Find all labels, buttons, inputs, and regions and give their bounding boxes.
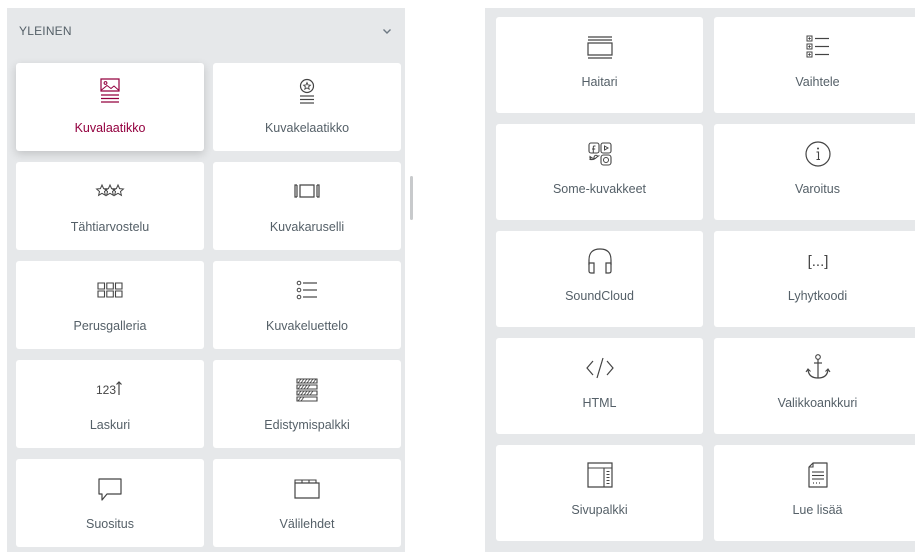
- widget-menu-anchor[interactable]: Valikkoankkuri: [714, 338, 915, 434]
- widget-label: Vaihtele: [795, 75, 840, 89]
- widget-alert[interactable]: Varoitus: [714, 124, 915, 220]
- widget-image-carousel[interactable]: Kuvakaruselli: [213, 162, 401, 250]
- widget-progress-bar[interactable]: Edistymispalkki: [213, 360, 401, 448]
- widget-counter[interactable]: 123 Laskuri: [16, 360, 204, 448]
- widget-label: Kuvalaatikko: [74, 121, 146, 135]
- social-icons-icon: [584, 138, 616, 170]
- icon-box-icon: [291, 77, 323, 109]
- soundcloud-icon: [584, 245, 616, 277]
- widget-label: Sivupalkki: [571, 503, 628, 517]
- tabs-icon: [291, 473, 323, 505]
- widget-label: Laskuri: [89, 418, 131, 432]
- toggle-icon: [802, 31, 834, 63]
- shortcode-icon-text: [...]: [807, 253, 828, 270]
- widget-label: Perusgalleria: [73, 319, 147, 333]
- widget-icon-box[interactable]: Kuvakelaatikko: [213, 63, 401, 151]
- widget-label: SoundCloud: [565, 289, 634, 303]
- widget-basic-gallery[interactable]: Perusgalleria: [16, 261, 204, 349]
- widget-label: Edistymispalkki: [264, 418, 350, 432]
- testimonial-icon: [94, 473, 126, 505]
- scrollbar-thumb[interactable]: [410, 176, 413, 220]
- widget-icon-list[interactable]: Kuvakeluettelo: [213, 261, 401, 349]
- accordion-icon: [584, 31, 616, 63]
- widget-label: Suositus: [86, 517, 134, 531]
- widget-read-more[interactable]: Lue lisää: [714, 445, 915, 541]
- widget-label: Välilehdet: [279, 517, 335, 531]
- widget-accordion[interactable]: Haitari: [496, 17, 703, 113]
- section-title: YLEINEN: [19, 24, 72, 38]
- widget-label: Varoitus: [795, 182, 840, 196]
- image-carousel-icon: [291, 176, 323, 208]
- widget-image-box[interactable]: Kuvalaatikko: [16, 63, 204, 151]
- read-more-icon: [802, 459, 834, 491]
- widget-html[interactable]: HTML: [496, 338, 703, 434]
- widget-label: Kuvakaruselli: [269, 220, 345, 234]
- widget-label: Valikkoankkuri: [777, 396, 858, 410]
- chevron-down-icon: [383, 29, 391, 34]
- widget-shortcode[interactable]: [...] Lyhytkoodi: [714, 231, 915, 327]
- widget-label: Kuvakeluettelo: [265, 319, 348, 333]
- alert-icon: [802, 138, 834, 170]
- widget-label: Tähtiarvostelu: [70, 220, 150, 234]
- widget-label: HTML: [582, 396, 617, 410]
- counter-icon: 123: [96, 374, 126, 397]
- widget-panel-more: Haitari Vaihtele Some-kuvakkeet Varoitus…: [485, 8, 915, 552]
- icon-list-icon: [291, 275, 323, 307]
- shortcode-icon: [...]: [807, 253, 828, 270]
- html-icon: [584, 352, 616, 384]
- star-rating-icon: [94, 176, 126, 208]
- widget-label: Some-kuvakkeet: [552, 182, 647, 196]
- widget-soundcloud[interactable]: SoundCloud: [496, 231, 703, 327]
- widget-label: Lyhytkoodi: [787, 289, 848, 303]
- section-header-general[interactable]: YLEINEN: [7, 8, 405, 54]
- widget-sidebar[interactable]: Sivupalkki: [496, 445, 703, 541]
- widget-social-icons[interactable]: Some-kuvakkeet: [496, 124, 703, 220]
- widget-label: Kuvakelaatikko: [264, 121, 350, 135]
- basic-gallery-icon: [94, 275, 126, 307]
- menu-anchor-icon: [802, 352, 834, 384]
- counter-icon-digits: 123: [96, 383, 116, 397]
- widget-panel-general: YLEINEN Kuvalaatikko Kuvakelaatikko Täht…: [7, 8, 413, 552]
- sidebar-icon: [584, 459, 616, 491]
- widget-testimonial[interactable]: Suositus: [16, 459, 204, 547]
- widget-tabs[interactable]: Välilehdet: [213, 459, 401, 547]
- widget-label: Haitari: [581, 75, 618, 89]
- image-box-icon: [94, 77, 126, 109]
- widget-toggle[interactable]: Vaihtele: [714, 17, 915, 113]
- progress-bar-icon: [291, 374, 323, 406]
- widget-label: Lue lisää: [792, 503, 843, 517]
- widget-star-rating[interactable]: Tähtiarvostelu: [16, 162, 204, 250]
